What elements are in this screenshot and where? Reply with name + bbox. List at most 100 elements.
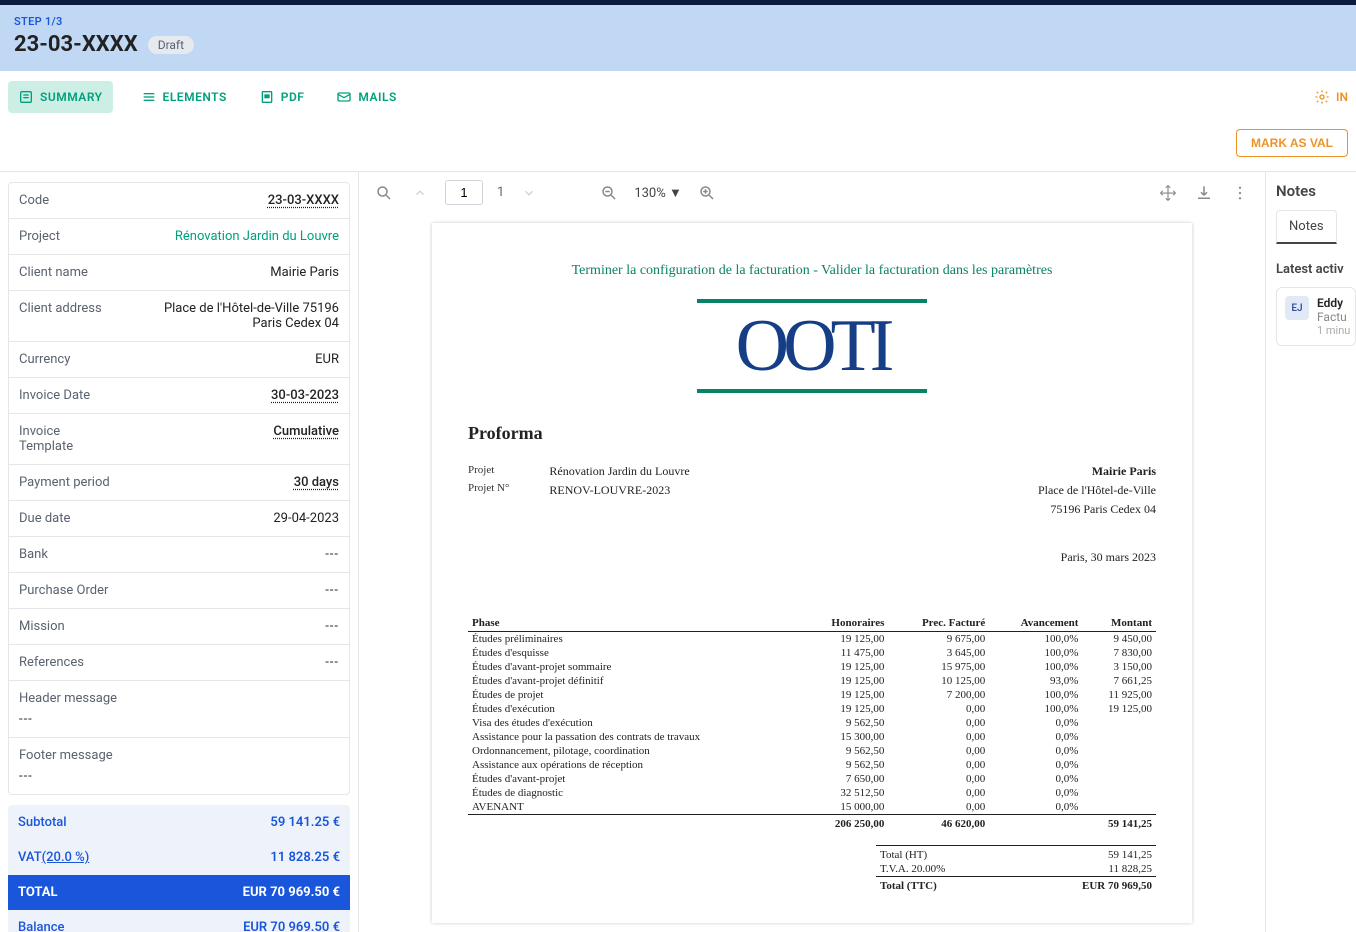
info-row-currency[interactable]: Currency EUR — [9, 342, 349, 378]
download-icon[interactable] — [1193, 182, 1215, 204]
pdf-icon — [259, 89, 275, 105]
pdf-meta: Projet Projet N° Rénovation Jardin du Lo… — [468, 462, 1156, 520]
info-label: Header message — [19, 691, 339, 706]
info-value: --- — [325, 547, 339, 562]
zoom-in-icon[interactable] — [696, 182, 718, 204]
info-label: Bank — [19, 547, 48, 562]
summary-icon — [18, 89, 34, 105]
config-warning: Terminer la configuration de la facturat… — [468, 263, 1156, 279]
pdf-table: PhaseHonorairesPrec. FacturéAvancementMo… — [468, 615, 1156, 831]
avatar: EJ — [1285, 296, 1309, 320]
totals-value: 11 828.25 € — [270, 850, 340, 865]
info-label: Payment period — [19, 475, 110, 490]
info-value: Place de l'Hôtel-de-Ville 75196 Paris Ce… — [139, 301, 339, 331]
info-row-due-date[interactable]: Due date 29-04-2023 — [9, 501, 349, 537]
tab-pdf-label: PDF — [281, 90, 305, 104]
main-layout: Code 23-03-XXXX Project Rénovation Jardi… — [0, 172, 1356, 932]
totals-label: Balance — [18, 920, 65, 932]
info-row-mission[interactable]: Mission --- — [9, 609, 349, 645]
tab-summary[interactable]: SUMMARY — [8, 81, 113, 113]
totals-label: VAT(20.0 %) — [18, 850, 89, 865]
mail-icon — [336, 89, 352, 105]
info-value: 29-04-2023 — [273, 511, 339, 526]
tab-elements-label: ELEMENTS — [163, 90, 227, 104]
info-row-header-message[interactable]: Header message --- — [9, 681, 349, 738]
info-value: Cumulative — [273, 424, 339, 454]
info-label: Client address — [19, 301, 102, 331]
tab-summary-label: SUMMARY — [40, 90, 103, 104]
action-row: MARK AS VAL — [0, 123, 1356, 172]
totals-row-total: TOTAL EUR 70 969.50 € — [8, 875, 350, 910]
activity-card[interactable]: EJ Eddy Factu 1 minu — [1276, 287, 1356, 346]
info-value: 30 days — [294, 475, 339, 490]
tab-elements[interactable]: ELEMENTS — [137, 81, 231, 113]
info-row-client-address[interactable]: Client address Place de l'Hôtel-de-Ville… — [9, 291, 349, 342]
invoice-settings-label: IN — [1336, 90, 1348, 104]
title-row: 23-03-XXXX Draft — [14, 32, 1342, 57]
page-total: 1 — [497, 185, 504, 200]
info-row-footer-message[interactable]: Footer message --- — [9, 738, 349, 794]
pdf-toolbar: 1 130% ▼ — [359, 172, 1265, 213]
page-input[interactable] — [445, 180, 483, 205]
info-value: Rénovation Jardin du Louvre — [175, 229, 339, 244]
pdf-canvas[interactable]: Terminer la configuration de la facturat… — [359, 213, 1265, 932]
logo-text: OOTI — [468, 309, 1156, 383]
zoom-level[interactable]: 130% ▼ — [634, 185, 682, 201]
info-label: Mission — [19, 619, 65, 634]
status-badge: Draft — [148, 36, 194, 54]
info-row-project[interactable]: Project Rénovation Jardin du Louvre — [9, 219, 349, 255]
header-band: STEP 1/3 23-03-XXXX Draft — [0, 5, 1356, 71]
info-value: --- — [325, 655, 339, 670]
activity-name: Eddy — [1317, 296, 1350, 310]
totals-box: Subtotal 59 141.25 € VAT(20.0 %) 11 828.… — [8, 805, 350, 932]
more-icon[interactable] — [1229, 182, 1251, 204]
totals-label: TOTAL — [18, 885, 58, 900]
info-row-references[interactable]: References --- — [9, 645, 349, 681]
activity-heading: Latest activ — [1276, 262, 1356, 277]
left-panel: Code 23-03-XXXX Project Rénovation Jardi… — [0, 172, 358, 932]
info-row-client-name[interactable]: Client name Mairie Paris — [9, 255, 349, 291]
move-icon[interactable] — [1157, 182, 1179, 204]
chevron-up-icon[interactable] — [409, 182, 431, 204]
info-row-purchase-order[interactable]: Purchase Order --- — [9, 573, 349, 609]
info-label: Invoice Template — [19, 424, 99, 454]
info-label: Invoice Date — [19, 388, 90, 403]
step-label: STEP 1/3 — [14, 15, 1342, 28]
totals-row-vat: VAT(20.0 %) 11 828.25 € — [8, 840, 350, 875]
invoice-settings-button[interactable]: IN — [1314, 89, 1348, 105]
info-value: 23-03-XXXX — [268, 193, 339, 208]
logo: OOTI — [468, 299, 1156, 393]
info-row-bank[interactable]: Bank --- — [9, 537, 349, 573]
notes-tab[interactable]: Notes — [1276, 210, 1337, 244]
center-panel: 1 130% ▼ Terminer la configuration de la… — [358, 172, 1266, 932]
zoom-out-icon[interactable] — [598, 182, 620, 204]
info-value: --- — [325, 619, 339, 634]
info-label: Purchase Order — [19, 583, 108, 598]
page-title: 23-03-XXXX — [14, 32, 138, 57]
info-row-invoice-template[interactable]: Invoice Template Cumulative — [9, 414, 349, 465]
pdf-totals: Total (HT)59 141,25 T.V.A. 20.00%11 828,… — [876, 845, 1156, 893]
info-label: Currency — [19, 352, 70, 367]
info-row-invoice-date[interactable]: Invoice Date 30-03-2023 — [9, 378, 349, 414]
info-label: References — [19, 655, 84, 670]
info-label: Due date — [19, 511, 70, 526]
search-icon[interactable] — [373, 182, 395, 204]
notes-heading: Notes — [1276, 182, 1356, 200]
info-row-payment-period[interactable]: Payment period 30 days — [9, 465, 349, 501]
info-table: Code 23-03-XXXX Project Rénovation Jardi… — [8, 182, 350, 795]
tabbar: SUMMARY ELEMENTS PDF MAILS IN — [0, 71, 1356, 123]
tab-pdf[interactable]: PDF — [255, 81, 309, 113]
elements-icon — [141, 89, 157, 105]
info-value: 30-03-2023 — [271, 388, 339, 403]
pdf-page: Terminer la configuration de la facturat… — [432, 223, 1192, 923]
tab-mails-label: MAILS — [358, 90, 396, 104]
activity-desc: Factu — [1317, 310, 1350, 324]
chevron-down-icon[interactable] — [518, 182, 540, 204]
tab-mails[interactable]: MAILS — [332, 81, 400, 113]
mark-as-validated-button[interactable]: MARK AS VAL — [1236, 129, 1348, 157]
info-value: Mairie Paris — [270, 265, 339, 280]
gear-icon — [1314, 89, 1330, 105]
info-row-code[interactable]: Code 23-03-XXXX — [9, 183, 349, 219]
totals-value: 59 141.25 € — [270, 815, 340, 830]
info-value: --- — [19, 712, 33, 727]
